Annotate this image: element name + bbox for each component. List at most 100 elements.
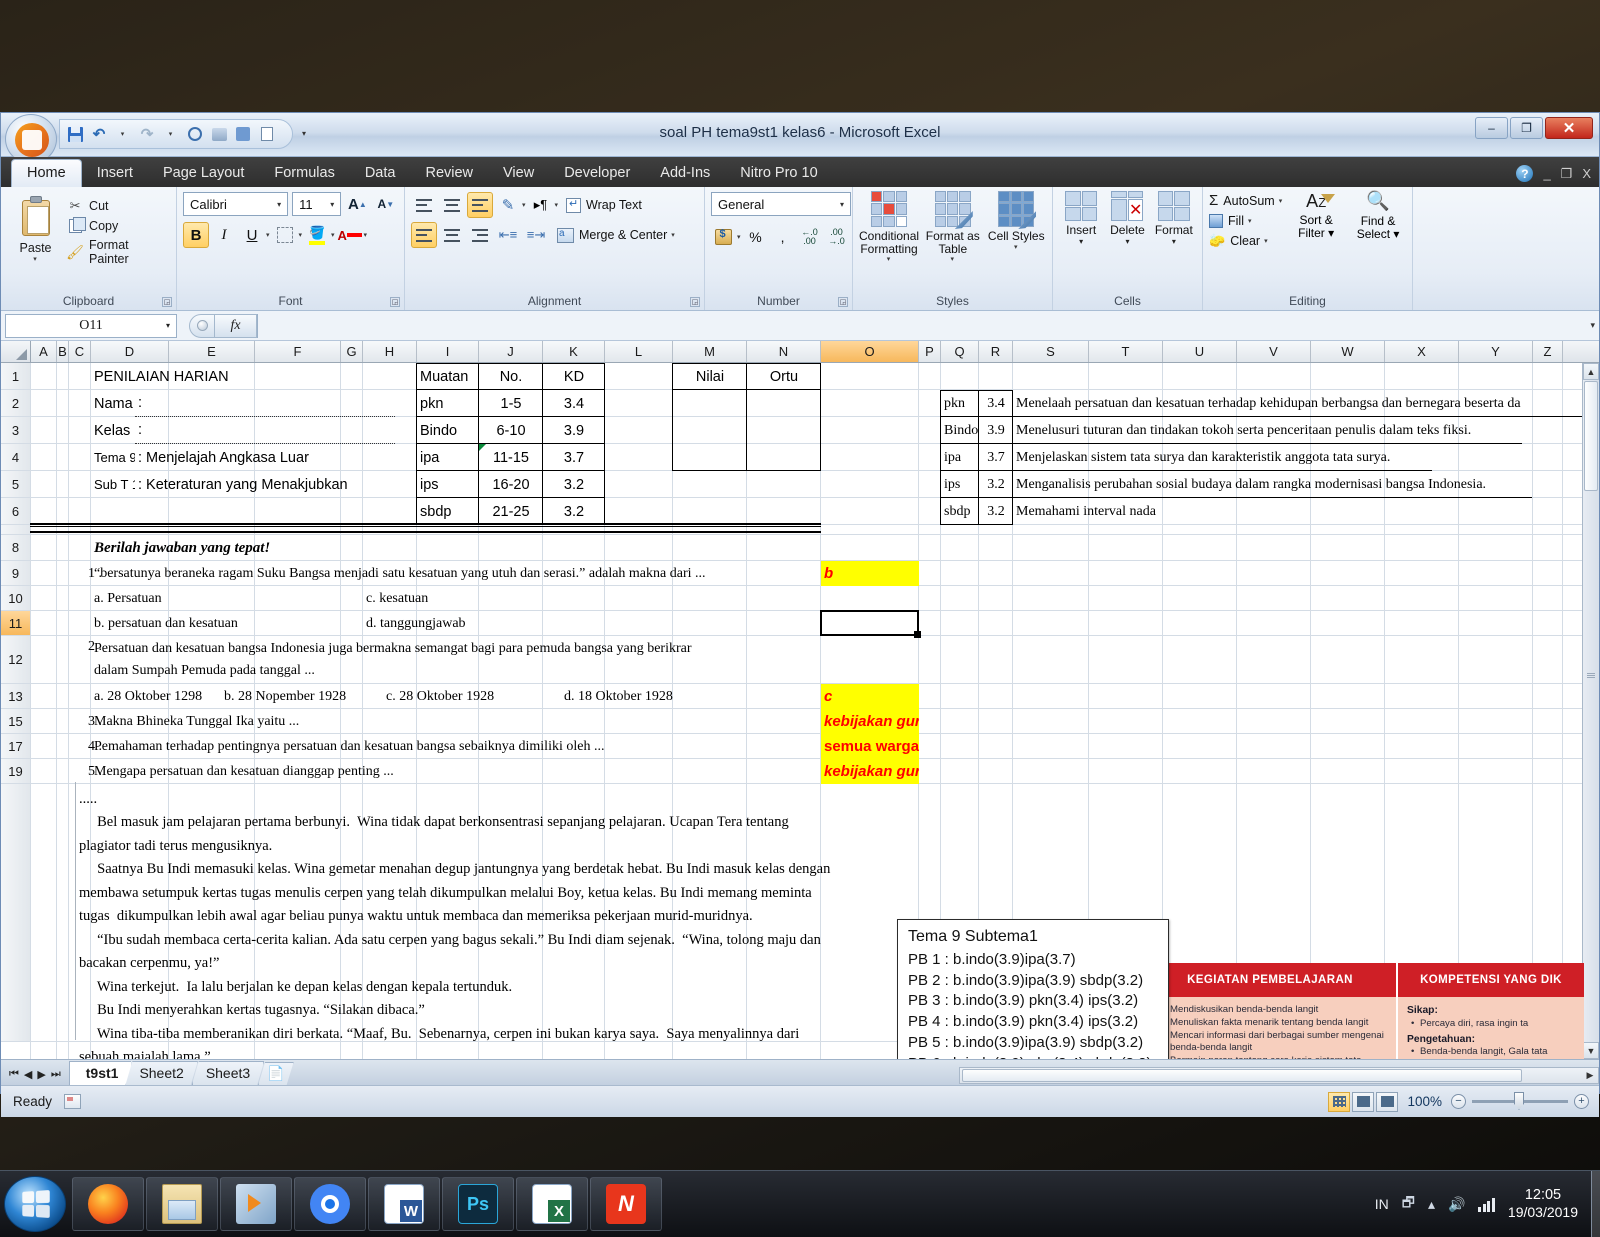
increase-decimal-button[interactable]: ←.0.00 <box>798 224 822 250</box>
comma-style-button[interactable]: , <box>771 224 795 250</box>
fill-button[interactable]: Fill ▾ <box>1209 214 1282 228</box>
column-header-h[interactable]: H <box>363 341 417 362</box>
row-header-1[interactable]: 1 <box>1 363 31 390</box>
select-all-button[interactable] <box>1 341 31 362</box>
name-box[interactable]: O11 ▾ <box>5 313 177 338</box>
column-header-o[interactable]: O <box>821 341 919 362</box>
fx-icon[interactable]: fx <box>215 313 257 338</box>
tab-developer[interactable]: Developer <box>549 160 645 187</box>
autosum-button[interactable]: Σ AutoSum ▾ <box>1209 192 1282 209</box>
column-header-z[interactable]: Z <box>1533 341 1563 362</box>
shrink-font-button[interactable]: A ▼ <box>374 192 398 216</box>
underline-dropdown-icon[interactable]: ▾ <box>266 231 270 239</box>
fill-color-button[interactable]: 🪣 <box>304 222 330 248</box>
fill-color-dropdown-icon[interactable]: ▾ <box>331 231 335 239</box>
q3-text[interactable]: Makna Bhineka Tunggal Ika yaitu ... <box>91 709 731 734</box>
paste-button[interactable]: Paste ▾ <box>7 192 64 310</box>
q1-opt-a[interactable]: a. Persatuan <box>91 586 341 611</box>
decrease-decimal-button[interactable]: .00 →.0 <box>825 224 849 250</box>
cell-nama-label[interactable]: Nama <box>91 390 133 417</box>
cell-title[interactable]: PENILAIAN HARIAN <box>91 363 341 390</box>
find-select-button[interactable]: 🔍 Find & Select ▾ <box>1350 192 1406 310</box>
column-header-c[interactable]: C <box>69 341 91 362</box>
q2-opt-a[interactable]: a. 28 Oktober 1298 <box>91 684 219 709</box>
column-header-y[interactable]: Y <box>1459 341 1533 362</box>
tab-review[interactable]: Review <box>410 160 488 187</box>
taskbar-firefox[interactable] <box>72 1177 144 1231</box>
font-name-combo[interactable]: Calibri ▾ <box>183 192 289 216</box>
percent-style-button[interactable]: % <box>744 224 768 250</box>
answer-cell-o19[interactable]: kebijakan guru <box>821 759 919 784</box>
q2-opt-d[interactable]: d. 18 Oktober 1928 <box>561 684 701 709</box>
tab-home[interactable]: Home <box>11 159 82 187</box>
q2-opt-b[interactable]: b. 28 Nopember 1928 <box>221 684 361 709</box>
clipboard-dialog-launcher[interactable]: ◲ <box>162 297 172 307</box>
minimize-button[interactable]: – <box>1475 117 1508 139</box>
row-header-8[interactable]: 8 <box>1 535 31 561</box>
text-direction-dropdown-icon[interactable]: ▾ <box>555 201 559 209</box>
row-header-13[interactable]: 13 <box>1 684 31 709</box>
delete-cells-button[interactable]: ✕ Delete ▾ <box>1105 191 1149 310</box>
wrap-text-button[interactable]: Wrap Text <box>560 194 648 217</box>
column-header-g[interactable]: G <box>341 341 363 362</box>
taskbar-media-player[interactable] <box>220 1177 292 1231</box>
align-top-button[interactable] <box>411 192 437 218</box>
row-header-3[interactable]: 3 <box>1 417 31 444</box>
answer-cell-o15[interactable]: kebijakan guru <box>821 709 919 734</box>
italic-button[interactable]: I <box>211 222 237 248</box>
taskbar-chromium[interactable] <box>294 1177 366 1231</box>
row-header-15[interactable]: 15 <box>1 709 31 734</box>
scroll-down-icon[interactable]: ▼ <box>1583 1042 1599 1059</box>
page-layout-view-button[interactable] <box>1352 1091 1375 1112</box>
insert-cells-button[interactable]: Insert ▾ <box>1059 191 1103 310</box>
align-left-button[interactable] <box>411 222 437 248</box>
align-center-button[interactable] <box>439 222 465 248</box>
number-format-combo[interactable]: General ▾ <box>711 192 851 216</box>
start-button[interactable] <box>4 1176 66 1232</box>
taskbar-word[interactable] <box>368 1177 440 1231</box>
insert-function-bubble[interactable] <box>189 313 215 338</box>
q2-text[interactable]: Persatuan dan kesatuan bangsa Indonesia … <box>91 636 731 684</box>
status-macro-icon[interactable] <box>64 1094 82 1109</box>
align-bottom-button[interactable] <box>467 192 493 218</box>
signal-strength-icon[interactable] <box>1478 1197 1495 1212</box>
font-color-dropdown-icon[interactable]: ▾ <box>364 231 368 239</box>
first-sheet-icon[interactable]: ⏮ <box>9 1068 19 1081</box>
q1-opt-b[interactable]: b. persatuan dan kesatuan <box>91 611 341 636</box>
font-color-button[interactable]: A <box>337 222 363 248</box>
horizontal-scrollbar[interactable]: ▶ <box>959 1067 1599 1084</box>
show-hidden-icons-icon[interactable]: ▴ <box>1428 1196 1435 1213</box>
tab-formulas[interactable]: Formulas <box>259 160 349 187</box>
restore-button[interactable]: ❐ <box>1510 117 1543 139</box>
horizontal-scroll-thumb[interactable] <box>962 1069 1522 1082</box>
column-header-l[interactable]: L <box>605 341 673 362</box>
zoom-in-button[interactable]: + <box>1574 1094 1589 1109</box>
answer-cell-o9[interactable]: b <box>821 561 919 586</box>
kd-desc-0[interactable]: Menelaah persatuan dan kesatuan terhadap… <box>1013 390 1599 417</box>
tab-insert[interactable]: Insert <box>82 160 148 187</box>
decrease-indent-button[interactable]: ⇤≡ <box>495 222 521 248</box>
vertical-scrollbar[interactable]: ▲ ▼ <box>1582 363 1599 1059</box>
page-break-view-button[interactable] <box>1376 1091 1399 1112</box>
prev-sheet-icon[interactable]: ◀ <box>24 1068 32 1081</box>
tab-page-layout[interactable]: Page Layout <box>148 160 259 187</box>
vertical-scroll-thumb[interactable] <box>1584 381 1598 491</box>
close-button[interactable]: ✕ <box>1545 117 1593 139</box>
underline-button[interactable]: U <box>239 222 265 248</box>
cell-subtema-value[interactable]: : Keteraturan yang Menakjubkan <box>135 471 455 498</box>
row-header-4[interactable]: 4 <box>1 444 31 471</box>
tab-view[interactable]: View <box>488 160 549 187</box>
column-header-m[interactable]: M <box>673 341 747 362</box>
show-desktop-button[interactable] <box>1591 1171 1600 1237</box>
kd-desc-4[interactable]: Memahami interval nada <box>1013 498 1599 525</box>
accounting-format-button[interactable] <box>711 224 735 250</box>
grow-font-button[interactable]: A ▲ <box>345 192 369 216</box>
row-header-11[interactable]: 11 <box>1 611 31 636</box>
volume-icon[interactable]: 🔊 <box>1448 1196 1465 1213</box>
column-header-x[interactable]: X <box>1385 341 1459 362</box>
kd-desc-3[interactable]: Menganalisis perubahan sosial budaya dal… <box>1013 471 1599 498</box>
font-size-combo[interactable]: 11 ▾ <box>292 192 342 216</box>
expand-formula-bar-icon[interactable]: ▾ <box>1590 320 1595 331</box>
kd-desc-2[interactable]: Menjelaskan sistem tata surya dan karakt… <box>1013 444 1599 471</box>
q1-text[interactable]: “bersatunya beraneka ragam Suku Bangsa m… <box>91 561 721 586</box>
